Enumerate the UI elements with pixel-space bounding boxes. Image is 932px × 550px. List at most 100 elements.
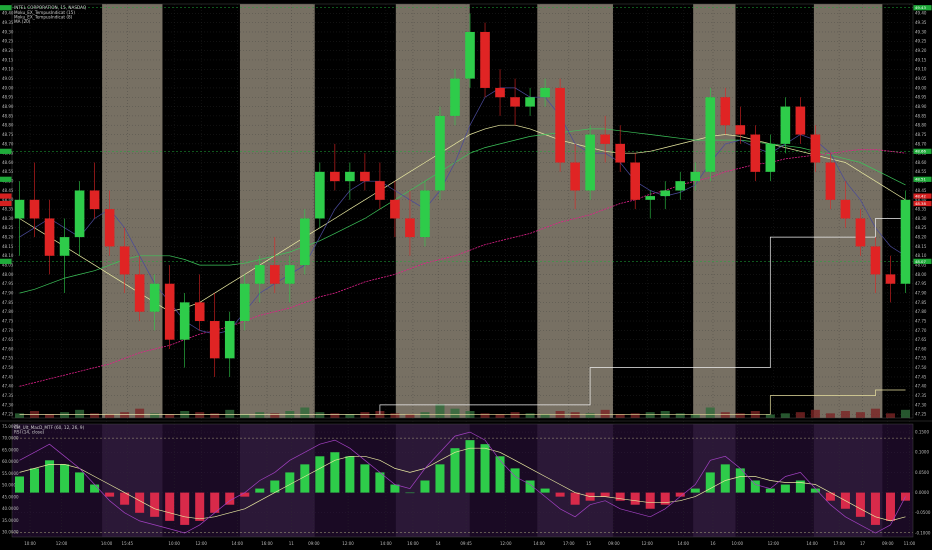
candle-body[interactable] [390,199,400,219]
candle-body[interactable] [179,302,190,340]
volume-bar [690,414,700,418]
candle-body[interactable] [675,181,686,191]
x-tick-label: 11 [289,541,295,546]
candle-body[interactable] [735,125,746,135]
y-tick-label-right: 47.30 [915,402,927,407]
candle-body[interactable] [615,143,625,163]
macd-histogram-bar [420,480,430,493]
macd-histogram-bar [825,492,835,501]
y-tick-label-right: 48.20 [915,235,927,240]
macd-histogram-bar [105,492,115,497]
volume-bar [105,414,115,418]
x-tick-label: 11:00 [904,541,916,546]
candle-body[interactable] [224,321,235,359]
candle-body[interactable] [810,134,821,163]
candle-body[interactable] [840,199,851,219]
candle-body[interactable] [330,171,340,182]
volume-bar [645,412,655,418]
candle-body[interactable] [375,181,385,200]
osc-right-tick-label: 0.0000 [915,490,929,495]
candle-body[interactable] [750,134,761,172]
candle-body[interactable] [630,162,640,200]
candle-body[interactable] [194,302,205,322]
macd-histogram-bar [375,472,385,493]
candle-body[interactable] [285,265,295,284]
candle-body[interactable] [480,31,490,88]
candle-body[interactable] [300,218,310,266]
volume-bar [720,412,730,418]
candle-body[interactable] [885,274,896,284]
candle-body[interactable] [855,218,866,247]
x-tick-label: 17 [860,541,866,546]
osc-left-tick-label: 65.0000 [2,447,19,452]
candle-body[interactable] [89,190,100,210]
macd-histogram-bar [480,444,490,493]
y-tick-label-right: 47.80 [915,309,927,314]
macd-histogram-bar [780,484,790,493]
candle-body[interactable] [510,97,520,107]
candle-body[interactable] [765,143,776,172]
chart-svg[interactable]: 49.4049.4049.3549.3549.3049.3049.2549.25… [0,0,932,550]
x-tick-label: 14:00 [231,541,243,546]
candle-body[interactable] [59,237,70,256]
candle-body[interactable] [104,209,115,247]
candle-body[interactable] [870,246,881,275]
candle-body[interactable] [360,171,370,182]
candle-body[interactable] [795,106,806,135]
candle-body[interactable] [209,321,220,359]
candle-body[interactable] [435,115,445,191]
candle-body[interactable] [540,87,550,98]
candle-body[interactable] [660,190,671,197]
y-tick-label-right: 49.30 [915,29,927,34]
candle-body[interactable] [570,162,580,191]
volume-bar [255,412,265,418]
candle-body[interactable] [825,162,836,200]
candle-body[interactable] [405,218,415,238]
candle-body[interactable] [720,97,731,126]
candle-body[interactable] [44,218,55,256]
candle-body[interactable] [119,246,130,275]
price-tag-label: 49.43 [915,5,926,10]
candle-body[interactable] [780,106,791,144]
x-tick-label: 17:00 [833,541,845,546]
macd-histogram-bar [90,484,100,493]
candle-body[interactable] [254,265,265,284]
candle-body[interactable] [705,97,716,172]
volume-bar [615,414,625,418]
volume-bar [510,412,520,418]
osc-left-tick-label: 45.0000 [2,494,19,499]
candle-body[interactable] [269,265,280,284]
volume-bar [345,414,355,418]
macd-histogram-bar [15,476,25,493]
candle-body[interactable] [74,190,85,238]
candle-body[interactable] [525,97,535,107]
y-tick-label-right: 47.50 [915,365,927,370]
candle-body[interactable] [14,199,25,219]
candle-body[interactable] [900,199,911,284]
macd-histogram-bar [510,468,520,493]
candle-body[interactable] [585,134,595,191]
candle-body[interactable] [690,171,701,182]
macd-histogram-bar [405,492,415,494]
volume-bar [60,412,70,418]
candle-body[interactable] [149,283,160,312]
volume-bar [780,413,790,418]
candle-body[interactable] [495,87,505,98]
candle-body[interactable] [164,283,175,340]
macd-histogram-bar [315,456,325,493]
candle-body[interactable] [450,78,460,116]
candle-body[interactable] [29,199,40,219]
candle-body[interactable] [315,171,325,219]
candle-body[interactable] [465,31,475,79]
price-tag-label: 48.38 [915,201,926,206]
candle-body[interactable] [345,171,355,182]
candle-body[interactable] [555,87,565,163]
candle-body[interactable] [239,283,250,322]
macd-histogram-bar [750,480,760,493]
candle-body[interactable] [645,196,656,200]
candle-body[interactable] [420,190,430,238]
macd-histogram-bar [435,464,445,493]
candle-body[interactable] [600,134,610,144]
candle-body[interactable] [134,274,145,312]
volume-bar [795,412,805,418]
